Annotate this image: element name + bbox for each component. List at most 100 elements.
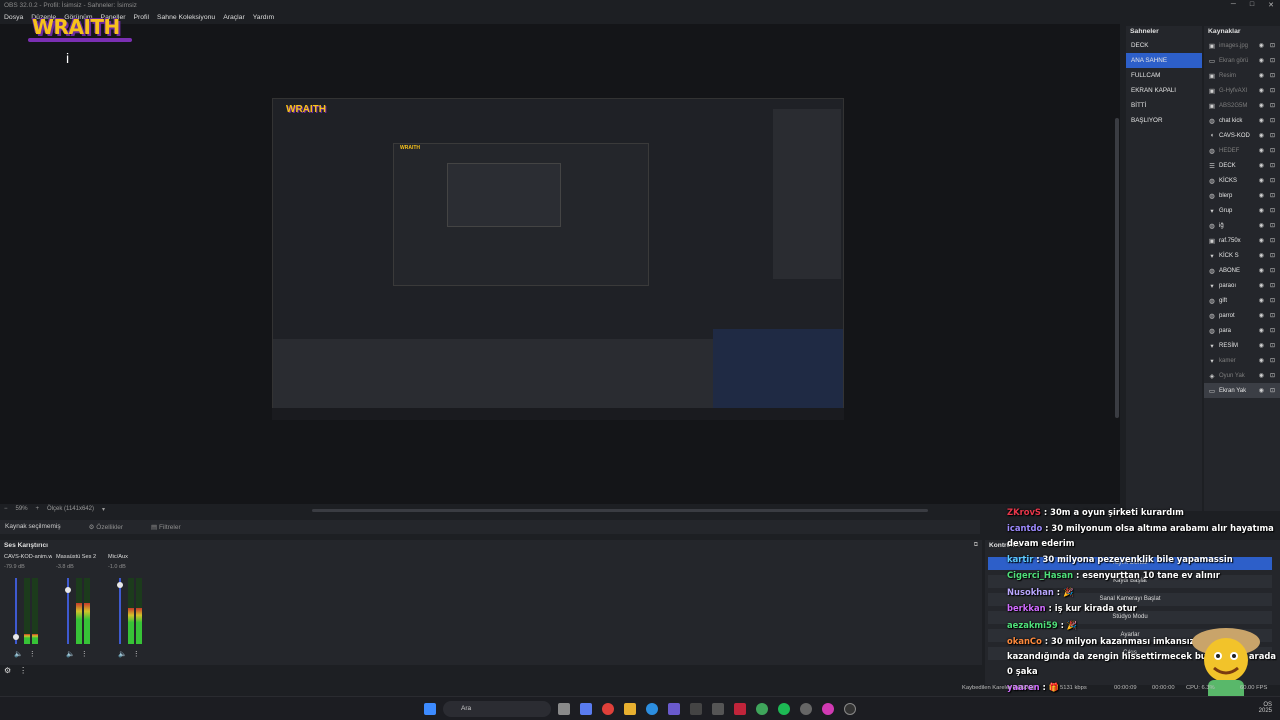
lock-icon[interactable]: ⊡ [1270, 132, 1275, 139]
visibility-eye-icon[interactable]: ◉ [1259, 327, 1264, 334]
source-item[interactable]: ▣ raf.750x ◉ ⊡ [1204, 233, 1280, 248]
source-item[interactable]: ▭ Ekran görü ◉ ⊡ [1204, 53, 1280, 68]
visibility-eye-icon[interactable]: ◉ [1259, 42, 1264, 49]
close-button[interactable]: ✕ [1268, 1, 1274, 9]
volume-fader[interactable] [65, 578, 71, 644]
scene-item[interactable]: EKRAN KAPALI [1126, 83, 1202, 98]
lock-icon[interactable]: ⊡ [1270, 312, 1275, 319]
visibility-eye-icon[interactable]: ◉ [1259, 357, 1264, 364]
scene-item[interactable]: BİTTİ [1126, 98, 1202, 113]
visibility-eye-icon[interactable]: ◉ [1259, 387, 1264, 394]
source-item[interactable]: ◍ blerp ◉ ⊡ [1204, 188, 1280, 203]
mute-speaker-icon[interactable]: 🔈 [66, 650, 75, 658]
fader-knob[interactable] [65, 587, 71, 593]
visibility-eye-icon[interactable]: ◉ [1259, 267, 1264, 274]
mixer-settings-icon[interactable]: ⚙ [4, 666, 11, 675]
filters-button[interactable]: ▤ Filtreler [151, 523, 181, 531]
app-icon-4[interactable] [756, 703, 768, 715]
lock-icon[interactable]: ⊡ [1270, 42, 1275, 49]
visibility-eye-icon[interactable]: ◉ [1259, 117, 1264, 124]
lock-icon[interactable]: ⊡ [1270, 297, 1275, 304]
visibility-eye-icon[interactable]: ◉ [1259, 162, 1264, 169]
preview-vertical-scrollbar[interactable] [1115, 118, 1119, 418]
source-item[interactable]: ▾ RESİM ◉ ⊡ [1204, 338, 1280, 353]
visibility-eye-icon[interactable]: ◉ [1259, 207, 1264, 214]
lock-icon[interactable]: ⊡ [1270, 72, 1275, 79]
windows-start-icon[interactable] [424, 703, 436, 715]
source-item[interactable]: ◍ para ◉ ⊡ [1204, 323, 1280, 338]
volume-fader[interactable] [13, 578, 19, 644]
app-icon-2[interactable] [712, 703, 724, 715]
visibility-eye-icon[interactable]: ◉ [1259, 192, 1264, 199]
source-item[interactable]: ◍ ABONE ◉ ⊡ [1204, 263, 1280, 278]
visibility-eye-icon[interactable]: ◉ [1259, 177, 1264, 184]
visibility-eye-icon[interactable]: ◉ [1259, 342, 1264, 349]
mixer-menu-icon[interactable]: ⋮ [19, 666, 27, 675]
visibility-eye-icon[interactable]: ◉ [1259, 312, 1264, 319]
minimize-button[interactable]: ─ [1231, 1, 1236, 9]
maximize-button[interactable]: □ [1250, 1, 1254, 9]
visibility-eye-icon[interactable]: ◉ [1259, 87, 1264, 94]
scale-dropdown-icon[interactable]: ▾ [102, 506, 105, 514]
source-item[interactable]: ▣ Resim ◉ ⊡ [1204, 68, 1280, 83]
zoom-level[interactable]: 59% [16, 506, 28, 514]
source-item[interactable]: ▣ ABS2G5M ◉ ⊡ [1204, 98, 1280, 113]
visibility-eye-icon[interactable]: ◉ [1259, 57, 1264, 64]
obs-icon[interactable] [844, 703, 856, 715]
copilot-icon[interactable] [580, 703, 592, 715]
visibility-eye-icon[interactable]: ◉ [1259, 147, 1264, 154]
lock-icon[interactable]: ⊡ [1270, 177, 1275, 184]
properties-button[interactable]: ⚙ Özellikler [89, 523, 123, 531]
lock-icon[interactable]: ⊡ [1270, 237, 1275, 244]
app-icon-1[interactable] [690, 703, 702, 715]
spotify-icon[interactable] [778, 703, 790, 715]
visibility-eye-icon[interactable]: ◉ [1259, 372, 1264, 379]
lock-icon[interactable]: ⊡ [1270, 222, 1275, 229]
visibility-eye-icon[interactable]: ◉ [1259, 282, 1264, 289]
taskbar-search[interactable]: Ara [443, 701, 551, 717]
lock-icon[interactable]: ⊡ [1270, 207, 1275, 214]
mute-speaker-icon[interactable]: 🔈 [14, 650, 23, 658]
channel-menu-icon[interactable]: ⋮ [29, 650, 36, 658]
app-icon-6[interactable] [822, 703, 834, 715]
source-item[interactable]: ▾ Grup ◉ ⊡ [1204, 203, 1280, 218]
visibility-eye-icon[interactable]: ◉ [1259, 252, 1264, 259]
app-icon-3[interactable] [734, 703, 746, 715]
visibility-eye-icon[interactable]: ◉ [1259, 102, 1264, 109]
scene-item[interactable]: BAŞLIYOR [1126, 113, 1202, 128]
lock-icon[interactable]: ⊡ [1270, 102, 1275, 109]
visibility-eye-icon[interactable]: ◉ [1259, 237, 1264, 244]
visibility-eye-icon[interactable]: ◉ [1259, 72, 1264, 79]
menu-help[interactable]: Yardım [253, 12, 274, 24]
source-item[interactable]: ◖ CAVS-KOD ◉ ⊡ [1204, 128, 1280, 143]
source-item[interactable]: ▣ images.jpg ◉ ⊡ [1204, 38, 1280, 53]
source-item[interactable]: ☰ DECK ◉ ⊡ [1204, 158, 1280, 173]
zoom-out-icon[interactable]: − [4, 506, 8, 514]
lock-icon[interactable]: ⊡ [1270, 147, 1275, 154]
source-item[interactable]: ◍ iğ ◉ ⊡ [1204, 218, 1280, 233]
lock-icon[interactable]: ⊡ [1270, 192, 1275, 199]
chrome-icon[interactable] [602, 703, 614, 715]
channel-menu-icon[interactable]: ⋮ [133, 650, 140, 658]
volume-fader[interactable] [117, 578, 123, 644]
edge-icon[interactable] [646, 703, 658, 715]
lock-icon[interactable]: ⊡ [1270, 252, 1275, 259]
lock-icon[interactable]: ⊡ [1270, 342, 1275, 349]
lock-icon[interactable]: ⊡ [1270, 327, 1275, 334]
lock-icon[interactable]: ⊡ [1270, 267, 1275, 274]
source-item[interactable]: ▾ KİCK S ◉ ⊡ [1204, 248, 1280, 263]
visibility-eye-icon[interactable]: ◉ [1259, 132, 1264, 139]
fader-knob[interactable] [117, 582, 123, 588]
mute-speaker-icon[interactable]: 🔈 [118, 650, 127, 658]
file-explorer-icon[interactable] [624, 703, 636, 715]
lock-icon[interactable]: ⊡ [1270, 357, 1275, 364]
visibility-eye-icon[interactable]: ◉ [1259, 297, 1264, 304]
source-item[interactable]: ◍ HEDEF ◉ ⊡ [1204, 143, 1280, 158]
source-item[interactable]: ◍ parrot ◉ ⊡ [1204, 308, 1280, 323]
menu-file[interactable]: Dosya [4, 12, 23, 24]
menu-profile[interactable]: Profil [133, 12, 149, 24]
source-item[interactable]: ▾ kamer ◉ ⊡ [1204, 353, 1280, 368]
scene-item[interactable]: FULLCAM [1126, 68, 1202, 83]
task-view-icon[interactable] [558, 703, 570, 715]
lock-icon[interactable]: ⊡ [1270, 57, 1275, 64]
